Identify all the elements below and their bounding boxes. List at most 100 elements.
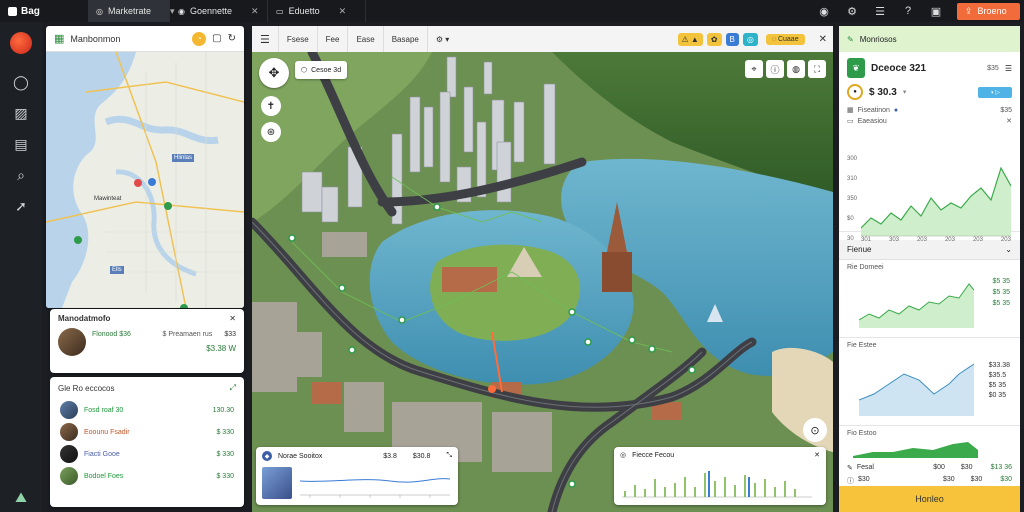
chart4-row[interactable]: ✎ Fesal $00 $30 $13 36 [847,464,1012,472]
list-item-value: 130.30 [212,406,234,414]
chart4-row-v1: $00 [933,464,945,471]
rotate-button[interactable]: ⊛ [261,122,281,142]
route-card-value-1: $3.8 [383,452,397,460]
summary-card: Manodatmofo ✕ Flonood $36 $ Preamaen rus… [50,309,244,373]
toolbar-item-1[interactable]: Fsese [279,26,318,52]
close-icon[interactable]: ✕ [814,451,820,459]
map3d-canvas[interactable] [252,52,833,512]
list-item[interactable]: Fiacti Gooe $ 330 [60,443,234,465]
fullscreen-icon[interactable]: ⛶ [808,60,826,78]
walk-mode-button[interactable]: ✝ [261,96,281,116]
locate-icon: ⊙ [810,424,820,437]
close-icon[interactable]: ✕ [229,314,236,323]
chart1-xtick: 203 [916,237,927,243]
leaf-icon[interactable]: ✿ [706,32,722,46]
chat-icon[interactable]: ◯ [11,74,31,91]
stats-bars [622,471,812,498]
clock-icon[interactable]: ◔ [192,31,207,46]
compass-button[interactable]: ✥ [259,58,289,88]
route-icon[interactable]: ⛰ [11,489,31,506]
tab-2[interactable]: ◉ Goennette ✕ [170,0,268,22]
list-item-value: $ 330 [216,472,234,480]
summary-row[interactable]: Flonood $36 $ Preamaen rus $33 $3.38 W [50,328,244,356]
chart4-row-label: $30 [858,476,870,483]
close-icon[interactable]: ✕ [339,6,347,17]
chevron-down-icon: ▾ [445,34,450,44]
chevron-down-icon[interactable]: ⌄ [1005,245,1012,254]
map-label-small: Ells [110,266,124,274]
list-item[interactable]: Bodoel Foes $ 330 [60,465,234,487]
cursor-icon[interactable]: ➚ [11,198,31,215]
refresh-icon[interactable]: ↻ [228,33,236,44]
primary-action-button[interactable]: ⇪ Broeno [957,2,1020,20]
stat-section: ❦ Dceoce 321 $35 ☰ ● $ 30.3 ▾ ◑ ▷ ▦ Fise… [839,52,1020,243]
close-icon[interactable]: ✕ [819,34,827,45]
list-item[interactable]: Fosd roaf 30 130.30 [60,399,234,421]
chart2-label: Rie Domeei [847,264,884,271]
expand-icon[interactable]: ⤡ [446,452,452,460]
toolbar-dropdown[interactable]: ⚙ ▾ [428,26,457,52]
route-sparkline [300,478,450,498]
bookmark-icon[interactable]: B [725,32,739,46]
tab-1[interactable]: ◎ Marketrate ▾ [88,0,175,22]
chart1-ytick: 30 [847,236,854,242]
image-icon[interactable]: ▨ [11,105,31,122]
map-overlay-chip[interactable]: ⬡ Cesoe 3d [295,61,348,79]
list-item[interactable]: Eoounu Fsadir $ 330 [60,421,234,443]
pin-icon[interactable]: ⌖ [745,60,763,78]
map-overlay-label: Cesoe 3d [311,66,342,74]
help-icon[interactable]: ? [901,5,915,17]
map3d-toolbar: ☰ Fsese Fee Ease Basape ⚙ ▾ ⚠ ▲ ✿ B ◎ ◌ … [252,26,833,52]
status-badge[interactable]: ◌ Cuaae [765,33,805,45]
settings-icon: ⚙ [435,34,444,44]
left-map-panel: ▦ Manbonmon ◔ ▢ ↻ Hlinlas Mawinteat Ells [46,26,244,308]
status-ring-icon: ● [847,84,863,100]
brand-logo-icon[interactable] [10,32,32,54]
info-icon[interactable]: ⓘ [766,60,784,78]
pin-icon: ◎ [620,452,627,459]
avatar [60,401,78,419]
route-card-title: Norae Sooitox [278,452,323,460]
image-icon[interactable]: ▣ [929,5,943,18]
toolbar-item-3[interactable]: Ease [348,26,384,52]
search-icon[interactable]: ⌕ [11,167,31,184]
menu-icon[interactable]: ☰ [873,5,887,18]
toolbar-item-2[interactable]: Fee [318,26,349,52]
chart3-area [859,363,974,416]
list-item-value: $ 330 [216,450,234,458]
chart3-values: $33.38 $35.5 $5 35 $0 35 [989,362,1010,399]
chart4-row-v3: $30 [1000,476,1012,483]
menu-icon[interactable]: ☰ [1005,64,1012,73]
line-label-row: ▦ Fiseatinon ● $35 [847,106,1012,115]
close-icon[interactable]: ✕ [1006,117,1012,125]
line-label-2: Eaeasiou [857,117,887,125]
warning-icon[interactable]: ⚠ ▲ [677,32,703,46]
save-icon[interactable]: ▢ [212,33,221,44]
toolbar-item-4[interactable]: Basape [384,26,428,52]
chart4-row[interactable]: ⓘ $30 $30 $30 $30 [847,476,1012,486]
stats-card: ◎ Fiecce Fecou ✕ [614,447,826,505]
locate-button[interactable]: ⊙ [803,418,827,442]
toggle-switch[interactable]: ◑ ▷ [978,86,1012,98]
chart4-row-v2: $30 [970,476,983,483]
footer-button[interactable]: Honleo [839,486,1020,512]
layers-menu-button[interactable]: ☰ [252,26,279,52]
app-logo[interactable]: Bag [8,6,88,17]
expand-icon[interactable]: ⤢ [230,383,236,393]
layers-icon[interactable]: ▤ [11,136,31,153]
left-map-title: Manbonmon [70,33,121,44]
chart2-area [859,283,974,328]
chart2-value: $5 35 [992,289,1010,296]
camera-icon[interactable]: ◍ [787,60,805,78]
stats-card-title: Fiecce Fecou [632,451,675,459]
close-icon[interactable]: ✕ [251,6,259,17]
left-map-header: ▦ Manbonmon ◔ ▢ ↻ [46,26,244,52]
left-map-canvas[interactable] [46,52,244,308]
target-icon[interactable]: ◎ [742,32,758,46]
record-icon[interactable]: ◉ [817,5,831,18]
summary-card-header: Manodatmofo ✕ [50,309,244,328]
gear-icon[interactable]: ⚙ [845,5,859,18]
chart4-area [853,442,978,458]
section2-title: Fienue [847,245,872,254]
tab-3[interactable]: ▭ Eduetto ✕ [268,0,366,22]
